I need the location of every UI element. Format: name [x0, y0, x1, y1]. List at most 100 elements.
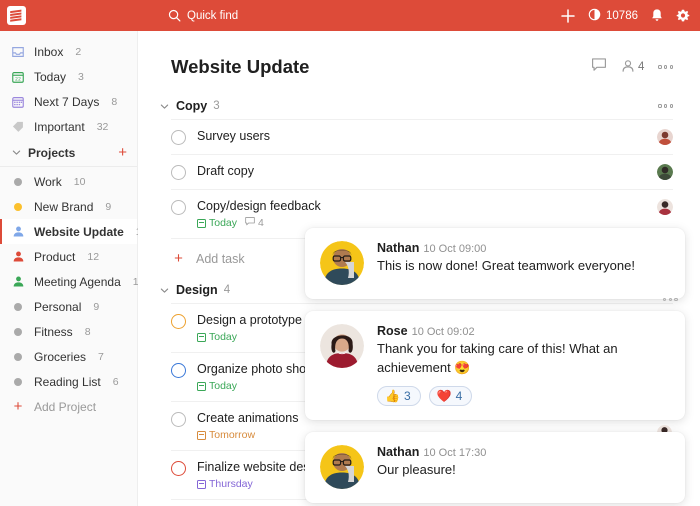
karma-indicator[interactable]: 10786: [588, 8, 638, 24]
quick-find[interactable]: Quick find: [168, 0, 238, 31]
bell-icon[interactable]: [650, 8, 664, 23]
sidebar-item-count: 3: [78, 71, 84, 83]
task-title: Survey users: [197, 129, 673, 144]
add-task-button[interactable]: [560, 8, 576, 24]
shared-project-icon: [10, 274, 26, 290]
task-row[interactable]: Draft copy: [171, 155, 673, 190]
sidebar-item-label: Today: [34, 70, 66, 84]
task-comment-count[interactable]: 4: [245, 217, 264, 229]
sidebar-item-inbox[interactable]: Inbox 2: [0, 39, 137, 64]
comment-text: This is now done! Great teamwork everyon…: [377, 257, 670, 276]
comment-card[interactable]: Nathan10 Oct 09:00 This is now done! Gre…: [305, 228, 685, 299]
thumbs-up-icon: 👍: [385, 389, 400, 403]
sidebar-projects-header[interactable]: Projects +: [0, 139, 137, 167]
task-due-date[interactable]: Thursday: [197, 478, 253, 490]
task-due-date[interactable]: Today: [197, 380, 237, 392]
chevron-down-icon[interactable]: [158, 286, 170, 295]
avatar[interactable]: [320, 241, 364, 285]
task-due-date[interactable]: Today: [197, 217, 237, 229]
sidebar: Inbox 2 22 Today 3: [0, 31, 138, 506]
task-row[interactable]: Survey users: [171, 120, 673, 155]
add-project-button[interactable]: + Add Project: [0, 394, 137, 419]
sidebar-item-today[interactable]: 22 Today 3: [0, 64, 137, 89]
sidebar-item-work[interactable]: Work 10: [0, 169, 137, 194]
calendar-icon: [197, 431, 206, 440]
section-count: 3: [213, 100, 652, 112]
sidebar-item-important[interactable]: Important 32: [0, 114, 137, 139]
comment-header: Nathan10 Oct 09:00: [377, 241, 670, 255]
heart-reaction[interactable]: ❤️ 4: [429, 386, 473, 406]
sidebar-item-label: Reading List: [34, 375, 101, 389]
section-header-copy[interactable]: Copy 3: [138, 93, 700, 119]
sidebar-item-fitness[interactable]: Fitness 8: [0, 319, 137, 344]
page-title: Website Update: [171, 56, 591, 78]
avatar[interactable]: [657, 164, 673, 180]
collaborators-button[interactable]: 4: [621, 59, 644, 76]
sidebar-item-reading-list[interactable]: Reading List 6: [0, 369, 137, 394]
sidebar-item-meeting-agenda[interactable]: Meeting Agenda 18: [0, 269, 137, 294]
comment-card[interactable]: Nathan10 Oct 17:30 Our pleasure!: [305, 432, 685, 503]
sidebar-item-personal[interactable]: Personal 9: [0, 294, 137, 319]
sidebar-item-count: 32: [97, 121, 109, 133]
sidebar-item-new-brand[interactable]: New Brand 9: [0, 194, 137, 219]
shared-project-icon: [10, 224, 26, 240]
section-name: Design: [176, 283, 218, 297]
comment-author: Rose: [377, 324, 408, 338]
sidebar-item-label: Website Update: [34, 225, 124, 239]
collaborator-count: 4: [638, 61, 644, 73]
tag-icon: [10, 119, 26, 135]
sidebar-item-count: 9: [105, 201, 111, 213]
task-checkbox[interactable]: [171, 461, 186, 476]
comment-body: Rose10 Oct 09:02 Thank you for taking ca…: [377, 324, 670, 406]
sidebar-item-label: Personal: [34, 300, 81, 314]
sidebar-item-website-update[interactable]: Website Update 11: [0, 219, 137, 244]
task-body: Survey users: [186, 129, 673, 144]
logo-container[interactable]: [0, 6, 32, 25]
task-due-date[interactable]: Today: [197, 331, 237, 343]
task-checkbox[interactable]: [171, 200, 186, 215]
sidebar-item-groceries[interactable]: Groceries 7: [0, 344, 137, 369]
comment-more-options-icon[interactable]: [663, 298, 678, 301]
calendar-week-icon: [10, 94, 26, 110]
avatar[interactable]: [657, 129, 673, 145]
project-dot-icon: [10, 199, 26, 215]
sidebar-item-label: Meeting Agenda: [34, 275, 121, 289]
project-header: Website Update 4: [138, 31, 700, 87]
comment-body: Nathan10 Oct 17:30 Our pleasure!: [377, 445, 670, 489]
heart-icon: ❤️: [437, 389, 452, 403]
thumbs-up-reaction[interactable]: 👍 3: [377, 386, 421, 406]
task-checkbox[interactable]: [171, 314, 186, 329]
gear-icon[interactable]: [676, 9, 690, 23]
sidebar-item-product[interactable]: Product 12: [0, 244, 137, 269]
more-options-icon[interactable]: [658, 65, 673, 68]
top-bar-actions: 10786: [560, 0, 690, 31]
task-checkbox[interactable]: [171, 363, 186, 378]
task-due-label: Thursday: [209, 478, 253, 490]
sidebar-item-count: 7: [98, 351, 104, 363]
chevron-down-icon[interactable]: [158, 102, 170, 111]
sidebar-item-count: 8: [111, 96, 117, 108]
task-body: Copy/design feedback Today 4: [186, 199, 673, 229]
svg-text:22: 22: [15, 76, 21, 82]
sidebar-item-next-7-days[interactable]: Next 7 Days 8: [0, 89, 137, 114]
avatar[interactable]: [320, 324, 364, 368]
task-checkbox[interactable]: [171, 130, 186, 145]
reaction-count: 4: [456, 389, 463, 403]
todoist-app-window: Quick find 10786: [0, 0, 700, 506]
sidebar-item-label: New Brand: [34, 200, 93, 214]
section-more-options-icon[interactable]: [658, 104, 673, 107]
sidebar-projects-label: Projects: [28, 146, 112, 160]
task-checkbox[interactable]: [171, 165, 186, 180]
avatar[interactable]: [657, 199, 673, 215]
sidebar-item-label: Important: [34, 120, 85, 134]
sidebar-item-count: 10: [74, 176, 86, 188]
project-dot-icon: [10, 349, 26, 365]
avatar[interactable]: [320, 445, 364, 489]
add-project-icon[interactable]: +: [118, 145, 127, 160]
task-due-date[interactable]: Tomorrow: [197, 429, 255, 441]
comment-icon[interactable]: [591, 57, 607, 78]
comment-card[interactable]: Rose10 Oct 09:02 Thank you for taking ca…: [305, 311, 685, 420]
top-bar: Quick find 10786: [0, 0, 700, 31]
search-icon: [168, 9, 181, 22]
task-checkbox[interactable]: [171, 412, 186, 427]
